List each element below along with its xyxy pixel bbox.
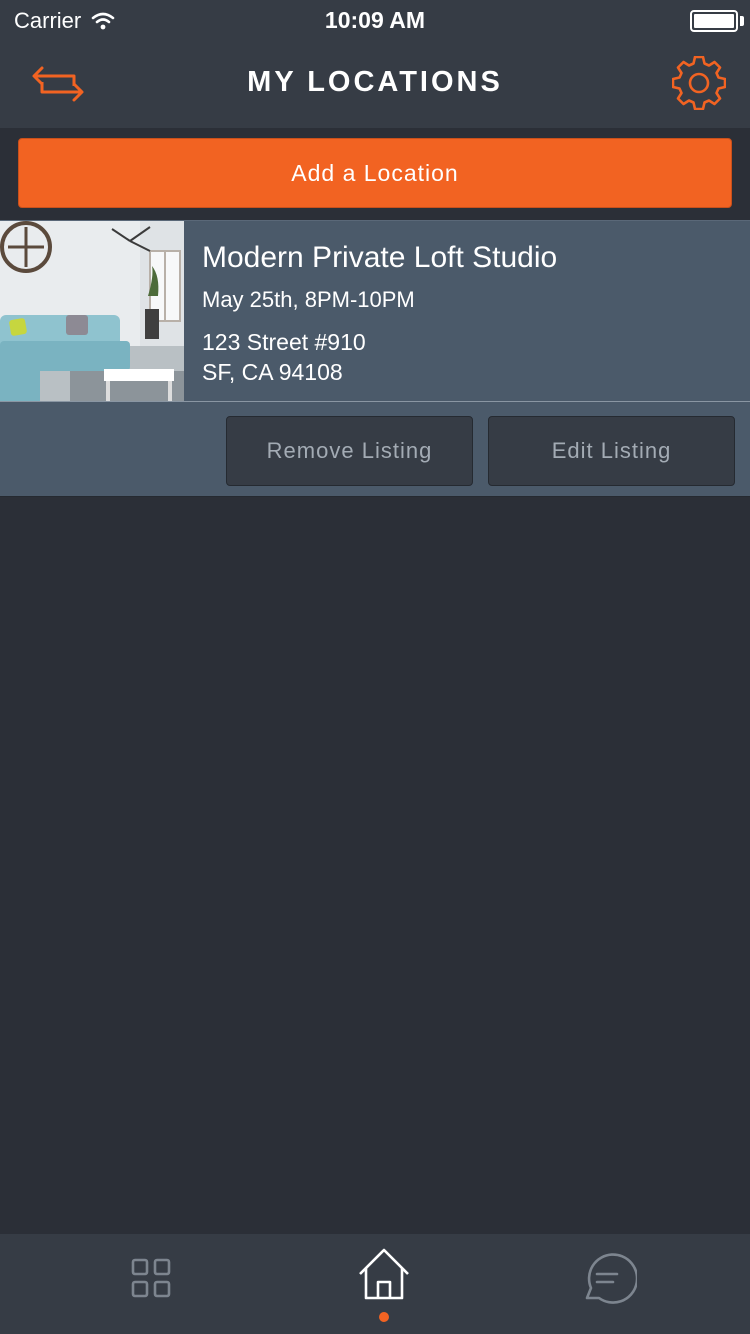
listing-info: Modern Private Loft Studio May 25th, 8PM…	[202, 241, 557, 387]
nav-bar: MY LOCATIONS	[0, 40, 750, 128]
home-icon[interactable]	[354, 1246, 414, 1306]
gear-icon[interactable]	[671, 55, 727, 111]
chat-icon[interactable]	[577, 1250, 639, 1310]
page-title: MY LOCATIONS	[247, 66, 503, 98]
status-time: 10:09 AM	[324, 7, 426, 33]
edit-listing-button[interactable]: Edit Listing	[488, 416, 735, 486]
listing-actions: Remove Listing Edit Listing	[0, 402, 750, 497]
battery-cap	[740, 16, 744, 26]
tab-bar	[0, 1234, 750, 1334]
listing-date: May 25th, 8PM-10PM	[202, 287, 415, 312]
listing-title: Modern Private Loft Studio	[202, 241, 558, 274]
listing-address-line1: 123 Street #910	[202, 329, 366, 355]
listing-address-line2: SF, CA 94108	[202, 359, 343, 385]
grid-icon[interactable]	[123, 1250, 183, 1310]
add-location-button[interactable]: Add a Location	[18, 138, 732, 208]
battery-icon	[690, 10, 738, 32]
listing-card[interactable]: Modern Private Loft Studio May 25th, 8PM…	[0, 220, 750, 402]
active-tab-indicator	[379, 1312, 389, 1322]
remove-listing-button[interactable]: Remove Listing	[226, 416, 473, 486]
listing-photo	[0, 221, 184, 401]
status-bar: Carrier 10:09 AM	[0, 0, 750, 40]
